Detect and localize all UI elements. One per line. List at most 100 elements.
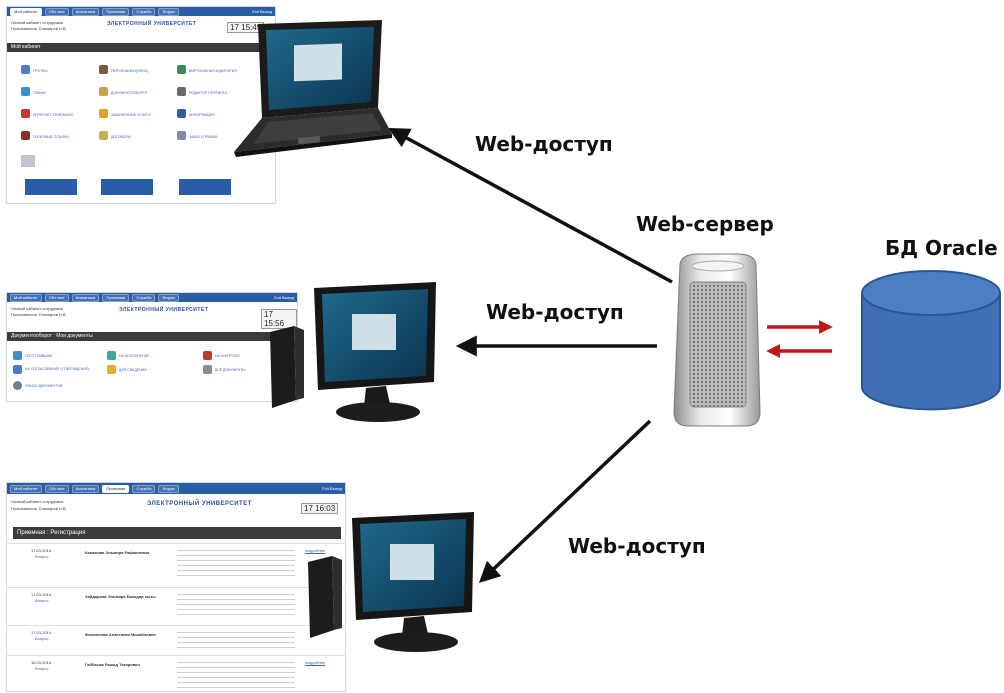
icon-label[interactable]: ПОСТУПИВШИЕ xyxy=(25,354,52,358)
table-row[interactable]: 16.03.2014 Вопрос Габбасов Рашид Тагиров… xyxy=(7,655,345,688)
web-access-label-middle: Web-доступ xyxy=(486,300,624,324)
row-type: Вопрос xyxy=(35,636,49,641)
tab-about[interactable]: Обо мне xyxy=(44,484,69,493)
classroom-icon[interactable] xyxy=(177,65,186,74)
promo-tile-1[interactable] xyxy=(25,179,77,195)
row-text xyxy=(177,592,295,616)
documents-icon[interactable] xyxy=(99,87,108,96)
search-icon[interactable] xyxy=(13,381,22,390)
icon-label[interactable]: ПОЛЕЗНЫЕ ССЫЛКИ xyxy=(33,135,69,139)
nav-bar: Мой кабинет Обо мне Аналитика Приемная С… xyxy=(7,7,275,16)
info-icon[interactable] xyxy=(21,131,30,140)
tab-reception[interactable]: Приемная xyxy=(102,484,130,493)
groups-icon[interactable] xyxy=(21,65,30,74)
row-name: Филиппова Анастасия Михайловна xyxy=(85,632,156,637)
row-date: 16.03.2014 xyxy=(31,660,52,665)
row-type: Вопрос xyxy=(35,598,49,603)
web-server-label: Web-сервер xyxy=(636,212,774,236)
tab-about[interactable]: Обо мне xyxy=(44,293,69,302)
plans-icon[interactable] xyxy=(21,87,30,96)
icon-label[interactable]: ПОИСК ДОКУМЕНТОВ xyxy=(25,384,63,388)
tab-about[interactable]: Обо мне xyxy=(44,7,69,16)
icon-label[interactable]: ЗАКАЗ СПРАВКИ xyxy=(189,135,217,139)
user-line: Пользователь: Ельмаров Н.В. xyxy=(11,312,67,317)
row-date: 17.03.2014 xyxy=(31,592,52,597)
tab-cabinet[interactable]: Мой кабинет xyxy=(10,293,42,302)
row-type: Вопрос xyxy=(35,554,49,559)
section-bar: Приемная : Регистрация xyxy=(13,527,341,539)
tab-reception[interactable]: Приемная xyxy=(102,293,130,302)
exit-link[interactable]: Exit Выход xyxy=(322,486,342,491)
icon-label[interactable]: НА СОГЛАСОВАНИЕ (УТВЕРЖДЕНИЕ) xyxy=(25,367,89,371)
tab-cabinet[interactable]: Мой кабинет xyxy=(10,7,42,16)
tab-services[interactable]: Службы xyxy=(132,7,156,16)
nav-bar: Мой кабинет Обо мне Аналитика Приемная С… xyxy=(7,293,297,302)
icon-label[interactable]: НА КОНТРОЛЕ xyxy=(215,354,240,358)
contracts-icon[interactable] xyxy=(177,131,186,140)
weather-tile[interactable] xyxy=(101,179,153,195)
desktop-computer-icon xyxy=(304,510,484,660)
icon-label[interactable]: ДЛЯ СВЕДЕНИЯ xyxy=(119,368,147,372)
screenshot-documents: Мой кабинет Обо мне Аналитика Приемная С… xyxy=(6,292,298,402)
user-line: Пользователь: Ельмаров Н.В. xyxy=(11,26,67,31)
row-name: Камалова Эльмира Рафаилевна xyxy=(85,550,150,555)
tab-forum[interactable]: Форум xyxy=(158,484,179,493)
tab-services[interactable]: Службы xyxy=(132,484,156,493)
table-row[interactable]: 17.03.2014 Вопрос Филиппова Анастасия Ми… xyxy=(7,625,345,648)
reception-icon[interactable] xyxy=(21,109,30,118)
user-line: Пользователь: Ельмаров Н.В. xyxy=(11,506,67,511)
tab-analytics[interactable]: Аналитика xyxy=(71,293,100,302)
table-row[interactable]: 17.03.2014 Вопрос Хайдарова Эльмира Бахо… xyxy=(7,587,345,616)
cabinet-title: Личный кабинет сотрудника xyxy=(11,499,64,504)
row-text xyxy=(177,660,295,688)
tab-forum[interactable]: Форум xyxy=(158,7,179,16)
certificate-icon[interactable] xyxy=(21,155,35,167)
services-icon[interactable] xyxy=(99,109,108,118)
control-icon[interactable] xyxy=(203,351,212,360)
table-row[interactable]: 17.03.2014 Вопрос Камалова Эльмира Рафаи… xyxy=(7,543,345,576)
tab-forum[interactable]: Форум xyxy=(158,293,179,302)
icon-label[interactable]: ИНФОРМАЦИЯ xyxy=(189,113,215,117)
icon-label[interactable]: ГРУППЫ xyxy=(33,69,48,73)
icon-label[interactable]: ДОГОВОРЫ xyxy=(111,135,131,139)
row-text xyxy=(177,548,295,576)
tab-cabinet[interactable]: Мой кабинет xyxy=(10,484,42,493)
exit-link[interactable]: Exit Выход xyxy=(252,9,272,14)
icon-label[interactable]: ПЕРСОНАЛИИ(ОФИС) xyxy=(111,69,148,73)
inbox-icon[interactable] xyxy=(13,351,22,360)
web-access-label-bottom: Web-доступ xyxy=(568,534,706,558)
cabinet-title: Личный кабинет сотрудника xyxy=(11,20,64,25)
persons-icon[interactable] xyxy=(99,65,108,74)
tab-analytics[interactable]: Аналитика xyxy=(71,7,100,16)
row-date: 17.03.2014 xyxy=(31,548,52,553)
tab-reception[interactable]: Приемная xyxy=(102,7,130,16)
icon-label[interactable]: ИНТЕРНЕТ-ПРИЕМНАЯ xyxy=(33,113,73,117)
icon-label[interactable]: ПЛАНЫ xyxy=(33,91,46,95)
nav-bar: Мой кабинет Обо мне Аналитика Приемная С… xyxy=(7,483,345,494)
icon-label[interactable]: НА ИСПОЛНЕНИЕ xyxy=(119,354,150,358)
university-logo: ЭЛЕКТРОННЫЙ УНИВЕРСИТЕТ xyxy=(147,501,252,507)
info-folder-icon[interactable] xyxy=(107,365,116,374)
all-docs-icon[interactable] xyxy=(203,365,212,374)
search-icon[interactable] xyxy=(177,109,186,118)
icon-label[interactable]: ДОКУМЕНТООБОРОТ xyxy=(111,91,148,95)
screenshot-reception: Мой кабинет Обо мне Аналитика Приемная С… xyxy=(6,482,346,692)
rating-icon[interactable] xyxy=(177,87,186,96)
icon-label[interactable]: ВСЕ ДОКУМЕНТЫ xyxy=(215,368,245,372)
promo-tile-2[interactable] xyxy=(179,179,231,195)
approval-icon[interactable] xyxy=(13,365,22,374)
university-logo: ЭЛЕКТРОННЫЙ УНИВЕРСИТЕТ xyxy=(119,307,209,313)
desktop-computer-icon xyxy=(266,280,446,430)
links-icon[interactable] xyxy=(99,131,108,140)
tab-services[interactable]: Службы xyxy=(132,293,156,302)
web-access-label-top: Web-доступ xyxy=(475,132,613,156)
web-server-icon xyxy=(668,252,766,430)
tab-analytics[interactable]: Аналитика xyxy=(71,484,100,493)
icon-label[interactable]: ЗАМЕНЕННЫЕ УСЛУГИ xyxy=(111,113,151,117)
row-type: Вопрос xyxy=(35,666,49,671)
execute-icon[interactable] xyxy=(107,351,116,360)
university-logo: ЭЛЕКТРОННЫЙ УНИВЕРСИТЕТ xyxy=(107,21,197,27)
section-bar: Документооборот : Мои документы xyxy=(7,332,279,341)
database-label: БД Oracle xyxy=(885,236,998,260)
row-details-link[interactable]: подробнее xyxy=(305,660,325,665)
